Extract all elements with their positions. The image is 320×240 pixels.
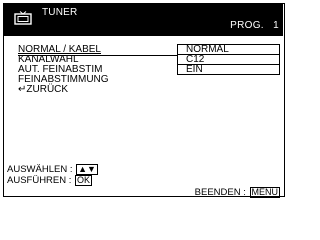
program-indicator: PROG. 1 xyxy=(230,20,279,31)
tuner-menu-frame: TUNER PROG. 1 NORMAL / KABEL KANALWAHL A… xyxy=(3,3,285,199)
value-aut-feinabstim[interactable]: EIN xyxy=(177,64,280,75)
select-label: AUSWÄHLEN xyxy=(7,164,68,176)
menu-key: MENU xyxy=(249,187,280,198)
help-select-row: AUSWÄHLEN : ▲▼ xyxy=(7,164,98,176)
help-execute-row: AUSFÜHREN : OK xyxy=(7,175,93,187)
up-down-arrows-icon: ▲▼ xyxy=(76,164,98,175)
value-column: NORMAL C12 EIN xyxy=(177,44,280,75)
execute-label: AUSFÜHREN xyxy=(7,175,67,187)
prog-label: PROG. xyxy=(230,20,264,31)
menu-title: TUNER xyxy=(42,7,78,18)
footer-help: AUSWÄHLEN : ▲▼ AUSFÜHREN : OK xyxy=(7,164,98,186)
menu-header: TUNER PROG. 1 xyxy=(4,4,283,36)
menu-list: NORMAL / KABEL KANALWAHL AUT. FEINABSTIM… xyxy=(18,45,109,95)
exit-label: BEENDEN xyxy=(194,187,241,199)
help-exit-row: BEENDEN : MENU xyxy=(194,187,280,199)
tv-icon xyxy=(14,11,32,25)
selection-underline xyxy=(18,55,177,56)
prog-number: 1 xyxy=(273,20,279,31)
menu-item-zurueck[interactable]: ↵ZURÜCK xyxy=(18,85,109,95)
ok-key: OK xyxy=(75,175,93,187)
menu-item-label: ZURÜCK xyxy=(26,84,69,95)
